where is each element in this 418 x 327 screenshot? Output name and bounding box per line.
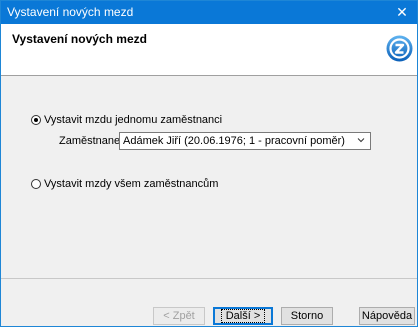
page-title: Vystavení nových mezd: [12, 32, 147, 46]
next-button-label: Další >: [220, 309, 266, 323]
window-title: Vystavení nových mezd: [7, 5, 134, 19]
wizard-header: Vystavení nových mezd: [1, 24, 417, 76]
chevron-down-icon: [357, 138, 365, 143]
employee-dropdown-value: Adámek Jiří (20.06.1976; 1 - pracovní po…: [123, 135, 345, 147]
radio-all-label: Vystavit mzdy všem zaměstnancům: [44, 178, 219, 190]
divider: [1, 278, 417, 279]
employee-dropdown[interactable]: Adámek Jiří (20.06.1976; 1 - pracovní po…: [119, 132, 371, 150]
radio-button-unchecked[interactable]: [31, 179, 41, 189]
radio-single-label: Vystavit mzdu jednomu zaměstnanci: [44, 114, 223, 126]
radio-button-checked[interactable]: [31, 115, 41, 125]
next-button[interactable]: Další >: [213, 307, 273, 325]
wizard-window: Vystavení nových mezd ✕ Vystavení nových…: [0, 0, 418, 327]
radio-single-employee[interactable]: Vystavit mzdu jednomu zaměstnanci: [31, 114, 222, 126]
back-button[interactable]: < Zpět: [153, 307, 205, 325]
circular-arrow-logo-icon: [386, 35, 413, 62]
close-button[interactable]: ✕: [387, 1, 417, 24]
radio-all-employees[interactable]: Vystavit mzdy všem zaměstnancům: [31, 178, 218, 190]
employee-label: Zaměstnanec: [59, 135, 126, 147]
cancel-button[interactable]: Storno: [281, 307, 333, 325]
title-bar: Vystavení nových mezd ✕: [1, 1, 417, 24]
help-button[interactable]: Nápověda: [359, 307, 415, 325]
